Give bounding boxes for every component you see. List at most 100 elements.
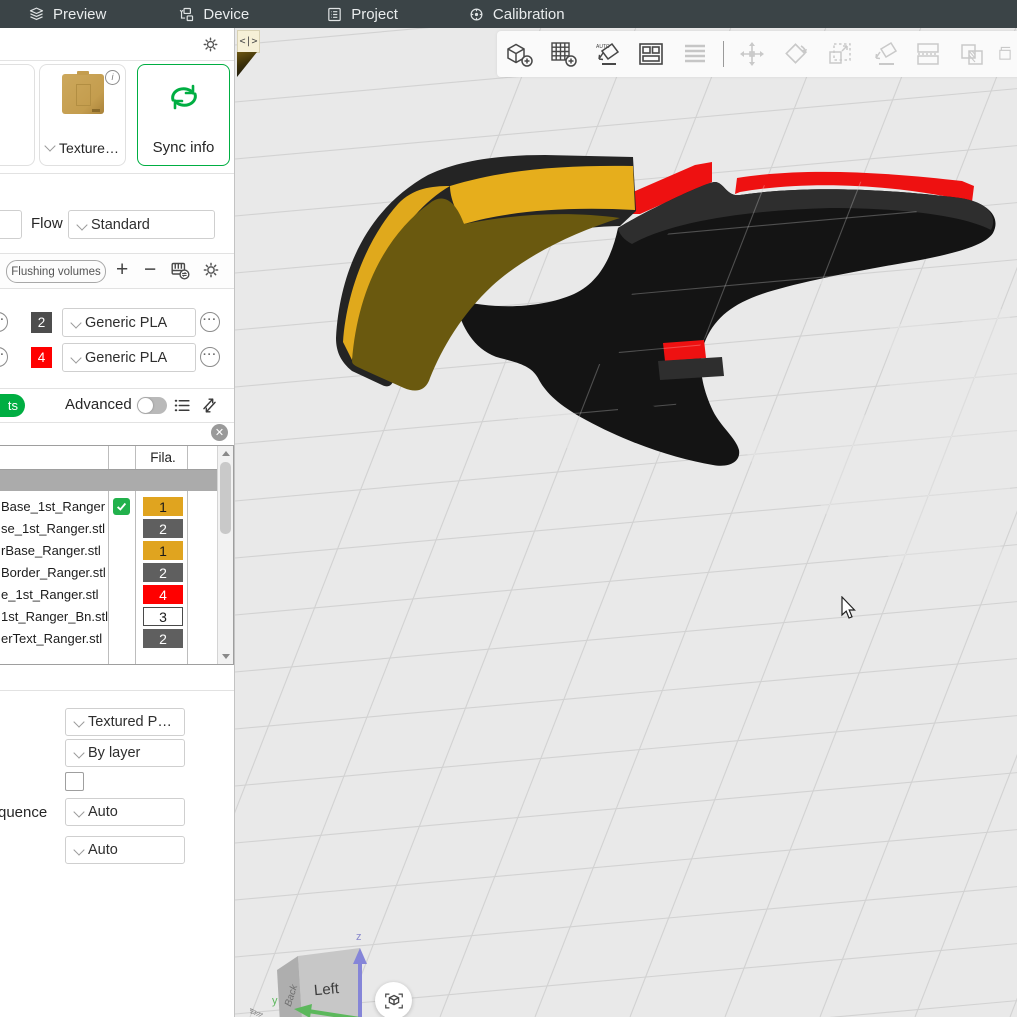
filament-edit-icon[interactable]: ··· bbox=[200, 312, 220, 332]
remove-filament-button[interactable]: − bbox=[144, 261, 156, 279]
sync-icon bbox=[165, 80, 203, 119]
auto-orient-icon[interactable]: AUTO bbox=[585, 36, 629, 72]
y-axis-label: y bbox=[272, 995, 278, 1007]
chevron-down-icon bbox=[73, 806, 84, 817]
tab-preview[interactable]: Preview bbox=[18, 0, 116, 28]
advanced-label: Advanced bbox=[65, 396, 132, 413]
print-sequence-label: quence bbox=[0, 804, 47, 821]
chevron-down-icon bbox=[70, 352, 81, 363]
flushing-gear-icon[interactable] bbox=[202, 261, 220, 279]
flow-dropdown[interactable]: Standard bbox=[68, 210, 215, 239]
scroll-down-icon[interactable] bbox=[222, 654, 230, 659]
objects-table: Fila. Base_1st_Ranger 1 se_1st_Ranger.st… bbox=[0, 445, 234, 665]
table-row[interactable]: se_1st_Ranger.stl 2 bbox=[0, 518, 218, 540]
table-row[interactable]: Base_1st_Ranger 1 bbox=[0, 496, 218, 518]
tab-label: Device bbox=[203, 6, 249, 23]
objects-tab-pill[interactable]: ts bbox=[0, 394, 25, 417]
filament-edit-icon[interactable]: ··· bbox=[200, 347, 220, 367]
tab-device[interactable]: Device bbox=[168, 0, 259, 28]
z-axis-label: z bbox=[356, 931, 362, 943]
checkbox-checked-icon[interactable] bbox=[113, 498, 130, 515]
printer-settings-gear-icon[interactable] bbox=[202, 36, 219, 53]
nav-cube[interactable]: Left Back Bottom z y bbox=[250, 898, 380, 1017]
table-scrollbar[interactable] bbox=[217, 446, 233, 664]
sync-info-card[interactable]: Sync info bbox=[137, 64, 230, 166]
plate-type-card[interactable]: i Texture… bbox=[39, 64, 126, 166]
scale-icon[interactable] bbox=[818, 36, 862, 72]
advanced-row: ts Advanced bbox=[0, 388, 234, 423]
table-row[interactable]: 1st_Ranger_Bn.stl 3 bbox=[0, 606, 218, 628]
filament-badge[interactable]: 1 bbox=[143, 541, 183, 560]
plate-card-partial[interactable] bbox=[0, 64, 35, 166]
split-icon[interactable] bbox=[906, 36, 950, 72]
arrange-icon[interactable] bbox=[629, 36, 673, 72]
table-row[interactable]: rBase_Ranger.stl 1 bbox=[0, 540, 218, 562]
svg-text:AUTO: AUTO bbox=[596, 44, 610, 50]
nav-cube-bottom-label: Bottom bbox=[250, 1002, 267, 1017]
print-order-dropdown[interactable]: Auto bbox=[65, 836, 185, 864]
left-sidebar: i Texture… Sync info Flow Standard Flush… bbox=[0, 28, 235, 1017]
flow-label: Flow bbox=[31, 215, 63, 232]
filament-dropdown[interactable]: Generic PLA bbox=[62, 343, 196, 372]
tab-calibration[interactable]: Calibration bbox=[458, 0, 575, 28]
sidebar-topbar bbox=[0, 28, 234, 61]
filament-badge[interactable]: 2 bbox=[143, 563, 183, 582]
fila-column-header: Fila. bbox=[143, 450, 183, 465]
flushing-volumes-button[interactable]: Flushing volumes bbox=[6, 260, 106, 283]
filament-id-swatch[interactable]: 4 bbox=[31, 347, 52, 368]
slicer-app: Preview Device Project Calibration bbox=[0, 0, 1017, 1017]
tab-label: Project bbox=[351, 6, 398, 23]
scrollbar-thumb[interactable] bbox=[220, 462, 231, 534]
filament-badge[interactable]: 2 bbox=[143, 629, 183, 648]
plate-type-dropdown[interactable]: Textured P… bbox=[65, 708, 185, 736]
filament-badge[interactable]: 3 bbox=[143, 607, 183, 626]
mouse-cursor bbox=[840, 596, 858, 620]
filament-id-swatch[interactable]: 2 bbox=[31, 312, 52, 333]
filament-edit-icon[interactable]: ··· bbox=[0, 347, 8, 367]
textured-plate-thumbnail bbox=[62, 74, 104, 114]
scroll-up-icon[interactable] bbox=[222, 451, 230, 456]
close-table-icon[interactable]: ✕ bbox=[211, 424, 228, 441]
view-mode-button[interactable] bbox=[375, 982, 412, 1017]
lay-flat-icon[interactable] bbox=[862, 36, 906, 72]
chevron-down-icon bbox=[76, 219, 87, 230]
filament-badge[interactable]: 1 bbox=[143, 497, 183, 516]
sidebar-collapse-handle[interactable]: <|> bbox=[237, 30, 260, 53]
build-plate-scene bbox=[235, 28, 1017, 1017]
nav-cube-front-label: Left bbox=[313, 980, 340, 999]
rotate-icon[interactable] bbox=[774, 36, 818, 72]
move-icon[interactable] bbox=[730, 36, 774, 72]
layers-icon bbox=[28, 6, 45, 23]
table-row[interactable]: erText_Ranger.stl 2 bbox=[0, 628, 218, 650]
tab-label: Preview bbox=[53, 6, 106, 23]
chevron-down-icon bbox=[73, 844, 84, 855]
table-row[interactable]: Border_Ranger.stl 2 bbox=[0, 562, 218, 584]
filament-edit-icon[interactable]: ··· bbox=[0, 312, 8, 332]
toolbar-divider bbox=[723, 41, 724, 67]
split-objects-icon[interactable] bbox=[673, 36, 717, 72]
slicing-mode-dropdown[interactable]: By layer bbox=[65, 739, 185, 767]
parameter-list-icon[interactable] bbox=[173, 396, 192, 420]
info-icon[interactable]: i bbox=[105, 70, 120, 85]
add-filament-button[interactable]: + bbox=[116, 261, 128, 279]
filament-dropdown[interactable]: Generic PLA bbox=[62, 308, 196, 337]
ams-sync-icon[interactable] bbox=[170, 260, 191, 286]
compare-params-icon[interactable] bbox=[200, 396, 219, 420]
option-checkbox[interactable] bbox=[65, 772, 84, 791]
print-sequence-dropdown[interactable]: Auto bbox=[65, 798, 185, 826]
chevron-down-icon bbox=[73, 716, 84, 727]
filament-badge[interactable]: 2 bbox=[143, 519, 183, 538]
flow-value-input[interactable] bbox=[0, 210, 22, 239]
tab-label: Calibration bbox=[493, 6, 565, 23]
device-icon bbox=[178, 6, 195, 23]
clipped-edge-icon[interactable] bbox=[994, 36, 1016, 72]
tab-project[interactable]: Project bbox=[316, 0, 408, 28]
advanced-toggle[interactable] bbox=[137, 397, 167, 414]
table-row[interactable]: e_1st_Ranger.stl 4 bbox=[0, 584, 218, 606]
merge-icon[interactable] bbox=[950, 36, 994, 72]
3d-viewport[interactable]: AUTO bbox=[235, 28, 1017, 1017]
add-plate-icon[interactable] bbox=[541, 36, 585, 72]
filament-badge[interactable]: 4 bbox=[143, 585, 183, 604]
table-group-row[interactable] bbox=[0, 470, 218, 491]
add-object-icon[interactable] bbox=[497, 36, 541, 72]
